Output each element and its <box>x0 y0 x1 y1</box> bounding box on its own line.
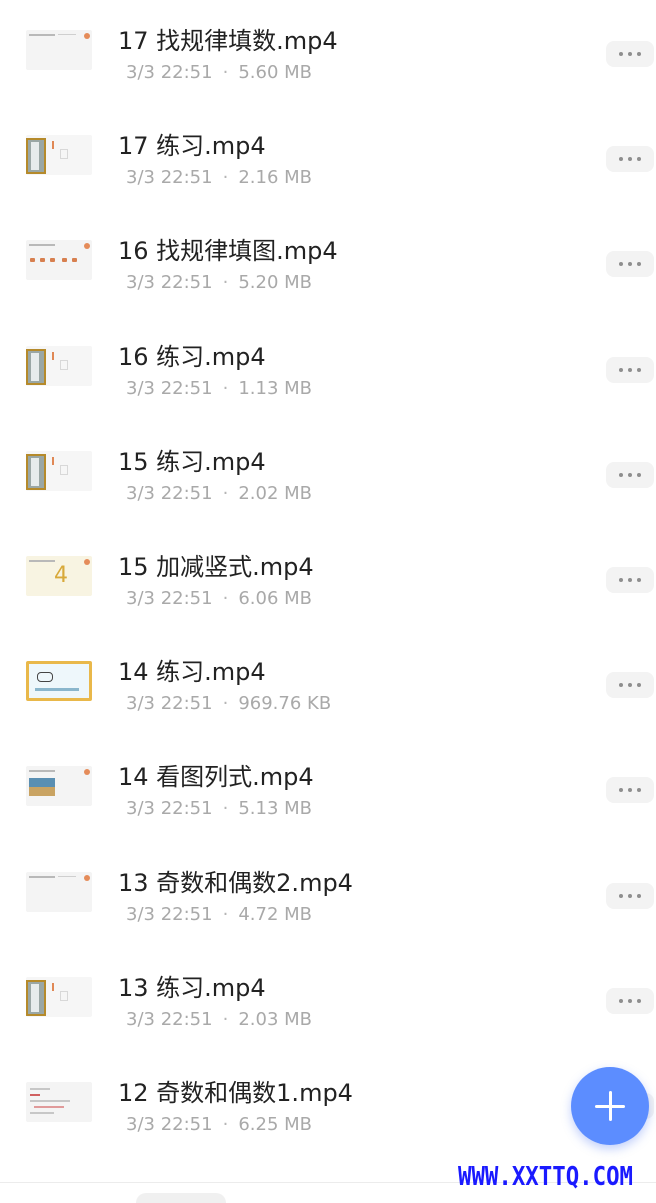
bottom-tab-indicator <box>136 1193 226 1203</box>
video-thumbnail <box>26 135 92 176</box>
meta-separator: · <box>222 1114 229 1135</box>
more-options-button[interactable] <box>606 146 654 173</box>
meta-separator: · <box>222 272 229 294</box>
more-options-button[interactable] <box>606 251 654 278</box>
video-thumbnail <box>26 871 92 912</box>
meta-separator: · <box>222 693 229 715</box>
file-meta: 3/3 22:51 · 6.06 MB <box>126 588 312 610</box>
more-options-button[interactable] <box>606 567 654 593</box>
file-meta: 3/3 22:51 · 6.25 MB <box>126 1114 312 1136</box>
file-name: 14 练习.mp4 <box>118 658 266 687</box>
file-date: 3/3 22:51 <box>126 693 213 715</box>
file-name: 15 练习.mp4 <box>118 447 266 476</box>
file-name: 17 练习.mp4 <box>118 132 266 161</box>
video-thumbnail <box>26 240 92 281</box>
meta-separator: · <box>222 588 229 609</box>
file-row[interactable]: 14 看图列式.mp4 3/3 22:51 · 5.13 MB <box>0 736 656 841</box>
file-meta: 3/3 22:51 · 5.60 MB <box>126 62 312 84</box>
file-meta: 3/3 22:51 · 4.72 MB <box>126 904 312 926</box>
more-options-button[interactable] <box>606 461 654 488</box>
file-row[interactable]: 16 找规律填图.mp4 3/3 22:51 · 5.20 MB <box>0 210 656 315</box>
watermark-text: WWW.XXTTQ.COM <box>458 1162 634 1192</box>
meta-separator: · <box>222 482 229 504</box>
file-size: 2.03 MB <box>238 1008 312 1030</box>
file-name: 14 看图列式.mp4 <box>118 763 314 792</box>
file-meta: 3/3 22:51 · 2.02 MB <box>126 483 312 505</box>
file-date: 3/3 22:51 <box>126 1008 213 1030</box>
file-meta: 3/3 22:51 · 5.13 MB <box>126 798 312 820</box>
file-name: 13 练习.mp4 <box>118 973 266 1002</box>
file-size: 5.13 MB <box>238 798 312 820</box>
file-row[interactable]: 12 奇数和偶数1.mp4 3/3 22:51 · 6.25 MB <box>0 1052 656 1157</box>
meta-separator: · <box>222 1008 229 1030</box>
file-date: 3/3 22:51 <box>126 482 213 504</box>
meta-separator: · <box>222 798 229 820</box>
file-row[interactable]: 15 练习.mp4 3/3 22:51 · 2.02 MB <box>0 421 656 526</box>
meta-separator: · <box>222 903 229 925</box>
file-size: 4.72 MB <box>238 903 312 925</box>
video-thumbnail <box>26 661 92 702</box>
video-thumbnail <box>26 450 92 491</box>
file-size: 5.60 MB <box>238 62 312 83</box>
more-options-button[interactable] <box>606 987 654 1014</box>
file-name: 15 加减竖式.mp4 <box>118 553 314 581</box>
file-date: 3/3 22:51 <box>126 377 213 399</box>
file-date: 3/3 22:51 <box>126 272 213 294</box>
file-meta: 3/3 22:51 · 969.76 KB <box>126 693 331 715</box>
file-size: 5.20 MB <box>238 272 312 294</box>
file-row[interactable]: 17 找规律填数.mp4 3/3 22:51 · 5.60 MB <box>0 0 656 105</box>
file-row[interactable]: 17 练习.mp4 3/3 22:51 · 2.16 MB <box>0 105 656 210</box>
file-name: 17 找规律填数.mp4 <box>118 27 338 55</box>
more-options-button[interactable] <box>606 882 654 909</box>
more-options-button[interactable] <box>606 356 654 383</box>
file-name: 12 奇数和偶数1.mp4 <box>118 1079 353 1107</box>
file-date: 3/3 22:51 <box>126 167 213 189</box>
add-button[interactable] <box>571 1067 649 1145</box>
video-thumbnail <box>26 766 92 807</box>
file-date: 3/3 22:51 <box>126 588 213 609</box>
file-row[interactable]: 16 练习.mp4 3/3 22:51 · 1.13 MB <box>0 316 656 421</box>
meta-separator: · <box>222 62 229 83</box>
file-row[interactable]: 4 15 加减竖式.mp4 3/3 22:51 · 6.06 MB <box>0 526 656 631</box>
file-meta: 3/3 22:51 · 2.16 MB <box>126 167 312 189</box>
video-thumbnail: 4 <box>26 556 92 596</box>
file-row[interactable]: 13 练习.mp4 3/3 22:51 · 2.03 MB <box>0 947 656 1052</box>
video-thumbnail <box>26 30 92 70</box>
meta-separator: · <box>222 167 229 189</box>
video-thumbnail <box>26 976 92 1017</box>
file-meta: 3/3 22:51 · 1.13 MB <box>126 378 312 400</box>
more-options-button[interactable] <box>606 41 654 67</box>
file-date: 3/3 22:51 <box>126 62 213 83</box>
file-meta: 3/3 22:51 · 5.20 MB <box>126 272 312 294</box>
file-size: 6.25 MB <box>238 1114 312 1135</box>
file-name: 16 找规律填图.mp4 <box>118 237 338 266</box>
file-name: 16 练习.mp4 <box>118 342 266 371</box>
file-size: 969.76 KB <box>238 693 332 715</box>
file-row[interactable]: 13 奇数和偶数2.mp4 3/3 22:51 · 4.72 MB <box>0 842 656 947</box>
file-name: 13 奇数和偶数2.mp4 <box>118 868 353 897</box>
file-row[interactable]: 14 练习.mp4 3/3 22:51 · 969.76 KB <box>0 631 656 736</box>
meta-separator: · <box>222 377 229 399</box>
more-options-button[interactable] <box>606 672 654 699</box>
video-thumbnail <box>26 1082 92 1122</box>
file-date: 3/3 22:51 <box>126 798 213 820</box>
file-size: 2.02 MB <box>238 482 312 504</box>
file-date: 3/3 22:51 <box>126 903 213 925</box>
more-options-button[interactable] <box>606 777 654 804</box>
file-size: 6.06 MB <box>238 588 312 609</box>
file-date: 3/3 22:51 <box>126 1114 213 1135</box>
file-size: 1.13 MB <box>238 377 312 399</box>
file-meta: 3/3 22:51 · 2.03 MB <box>126 1009 312 1031</box>
file-size: 2.16 MB <box>238 167 312 189</box>
video-thumbnail <box>26 345 92 386</box>
